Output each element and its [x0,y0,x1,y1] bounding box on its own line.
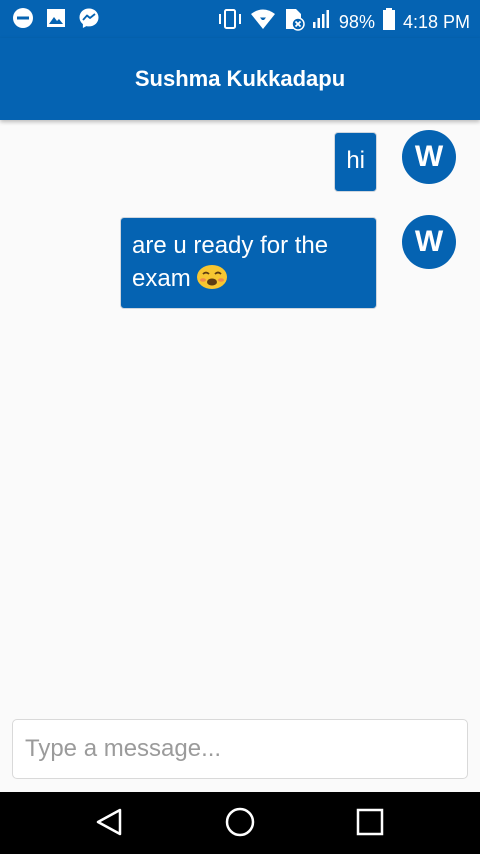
message-bubble[interactable]: are u ready for the exam [120,217,377,309]
chat-title: Sushma Kukkadapu [134,66,346,91]
no-sim-icon [283,7,305,36]
recents-button[interactable] [350,804,390,844]
minus-circle-icon [12,7,34,34]
navigation-bar [0,792,480,854]
message-composer [12,719,468,779]
status-left-icons [12,7,100,34]
avatar-letter: W [414,140,444,173]
back-button[interactable] [89,804,129,844]
message-bubble[interactable]: hi [334,132,377,192]
weary-face-emoji [195,262,229,299]
signal-icon [312,8,332,35]
avatar[interactable]: W [402,215,456,269]
image-icon [45,7,67,34]
avatar-letter: W [414,225,444,258]
home-icon [225,807,255,842]
home-button[interactable] [220,804,260,844]
avatar[interactable]: W [402,130,456,184]
back-icon [95,807,123,842]
wifi-icon [250,8,276,35]
status-time: 4:18 PM [402,11,470,32]
message-row: hi W [334,130,456,192]
vibrate-icon [217,8,243,35]
message-text: hi [346,147,365,174]
recents-icon [355,807,385,842]
battery-icon [382,8,396,35]
messenger-icon [78,7,100,34]
message-text: are u ready for the exam [132,232,329,292]
status-bar: 98% 4:18 PM [0,0,480,38]
message-input[interactable] [13,720,467,778]
battery-percent: 98% [338,11,375,32]
status-right: 98% 4:18 PM [217,7,470,36]
message-row: are u ready for the exam W [120,215,456,309]
app-bar: Sushma Kukkadapu [0,38,480,120]
